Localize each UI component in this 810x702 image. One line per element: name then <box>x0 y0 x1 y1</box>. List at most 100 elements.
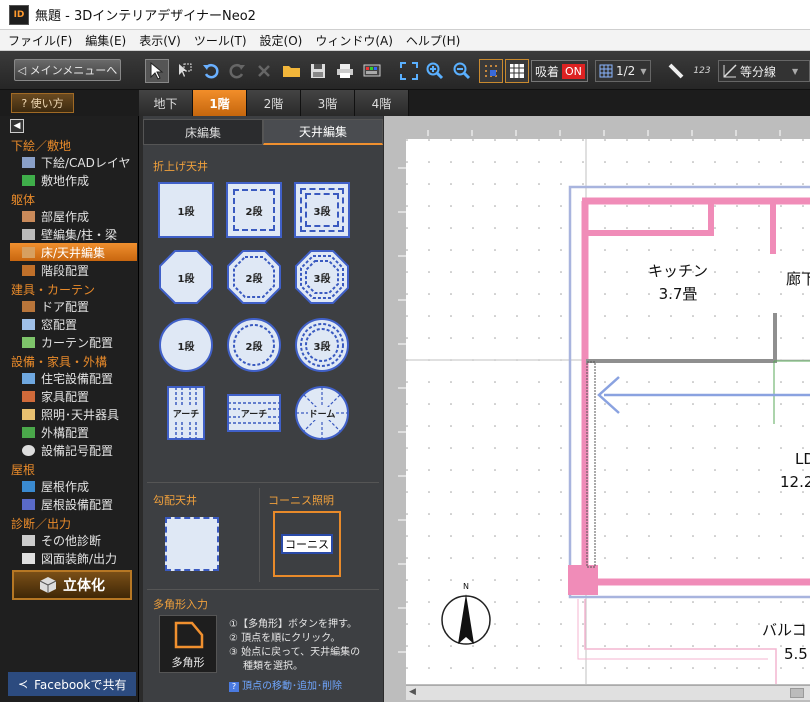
sidebar-item-other-diagnosis[interactable]: その他診断 <box>10 531 137 549</box>
polygon-input-label: 多角形入力 <box>153 598 208 611</box>
tile-slope-ceiling[interactable] <box>165 517 219 571</box>
floor-tab-basement[interactable]: 地下 <box>139 90 193 116</box>
tab-ceiling-edit[interactable]: 天井編集 <box>263 119 383 145</box>
guide-line-select[interactable]: 等分線 ▼ <box>718 60 810 82</box>
tile-octagon-1[interactable]: 1段 <box>158 249 214 305</box>
roof-icon <box>22 480 35 492</box>
app-icon: ID <box>9 4 29 25</box>
sidebar-item-furniture[interactable]: 家具配置 <box>10 387 137 405</box>
scroll-left-icon[interactable]: ◀ <box>409 687 416 697</box>
sidebar-item-window[interactable]: 窓配置 <box>10 315 137 333</box>
print-icon[interactable] <box>333 59 357 83</box>
collapse-sidebar-icon[interactable]: ◀ <box>10 119 24 133</box>
category-fittings: 建具・カーテン <box>11 283 96 297</box>
title-bar: ID 無題 - 3Dインテリアデザイナー​Neo2 <box>0 0 810 30</box>
sidebar-item-stairs[interactable]: 階段配置 <box>10 261 137 279</box>
tile-square-3[interactable]: 3段 <box>294 182 350 238</box>
sidebar-item-exterior[interactable]: 外構配置 <box>10 423 137 441</box>
sidebar-item-label: 設備記号配置 <box>41 443 114 458</box>
diagnosis-icon <box>22 534 35 546</box>
chevron-down-icon: ▼ <box>640 66 647 76</box>
grid-display-icon[interactable] <box>505 59 529 83</box>
vertex-edit-help-link[interactable]: ? 頂点の移動･追加･削除 <box>229 677 342 692</box>
sidebar-item-door[interactable]: ドア配置 <box>10 297 137 315</box>
window-title: 無題 - 3Dインテリアデザイナー​Neo2 <box>35 9 256 24</box>
floor-tab-4f[interactable]: 4階 <box>355 90 409 116</box>
stairs-icon <box>22 264 35 276</box>
zoom-out-icon[interactable] <box>450 59 474 83</box>
sidebar-item-underlay[interactable]: 下絵/CADレイヤ <box>10 153 137 171</box>
sidebar-item-label: 住宅設備配置 <box>41 371 114 386</box>
tab-floor-edit[interactable]: 床編集 <box>143 119 263 145</box>
sidebar-item-lighting[interactable]: 照明･天井器具 <box>10 405 137 423</box>
snap-toggle[interactable]: 吸着 ON <box>531 60 588 82</box>
tile-circle-1[interactable]: 1段 <box>158 317 214 373</box>
tile-square-2[interactable]: 2段 <box>226 182 282 238</box>
tile-circle-3[interactable]: 3段 <box>294 317 350 373</box>
sidebar-item-equipment-symbol[interactable]: 設備記号配置 <box>10 441 137 459</box>
tile-circle-2[interactable]: 2段 <box>226 317 282 373</box>
sidebar-item-label: 部屋作成 <box>41 209 90 224</box>
sidebar-item-roof-create[interactable]: 屋根作成 <box>10 477 137 495</box>
sidebar-item-room[interactable]: 部屋作成 <box>10 207 137 225</box>
facebook-share-button[interactable]: ≺ Facebookで共有 <box>8 672 136 696</box>
menu-settings[interactable]: 設定(O) <box>260 32 303 49</box>
furniture-icon <box>22 390 35 402</box>
open-folder-icon[interactable] <box>280 59 304 83</box>
sidebar-item-label: カーテン配置 <box>41 335 114 350</box>
floor-plan[interactable]: キッチン 3.7畳 廊下 LD 12.2 バルコ 5.5 N <box>406 139 810 684</box>
numbering-icon[interactable]: 123 <box>690 59 714 83</box>
menu-help[interactable]: ヘルプ(H) <box>406 32 460 49</box>
sidebar-item-site[interactable]: 敷地作成 <box>10 171 137 189</box>
tile-octagon-2[interactable]: 2段 <box>226 249 282 305</box>
window-icon <box>22 318 35 330</box>
sidebar-item-label: 図面装飾/出力 <box>41 551 118 566</box>
sidebar-item-curtain[interactable]: カーテン配置 <box>10 333 137 351</box>
floor-tab-2f[interactable]: 2階 <box>247 90 301 116</box>
tile-arch-vertical[interactable]: アーチ <box>158 385 214 441</box>
tile-arch-horizontal[interactable]: アーチ <box>226 385 282 441</box>
floor-tab-1f[interactable]: 1階 <box>193 90 247 116</box>
zoom-in-icon[interactable] <box>423 59 447 83</box>
tile-dome[interactable]: ドーム <box>294 385 350 441</box>
sidebar-item-drawing-output[interactable]: 図面装飾/出力 <box>10 549 137 567</box>
measure-ruler-icon[interactable] <box>664 59 688 83</box>
ceiling-edit-panel: 床編集 天井編集 折上げ天井 1段 2段 3段 1段 2段 3段 1段 2段 3… <box>143 116 383 702</box>
floor-tab-3f[interactable]: 3階 <box>301 90 355 116</box>
sidebar-item-floor-ceiling[interactable]: 床/天井編集 <box>10 243 137 261</box>
sidebar-item-wall[interactable]: 壁編集/柱・梁 <box>10 225 137 243</box>
menu-file[interactable]: ファイル(F) <box>8 32 72 49</box>
save-icon[interactable] <box>306 59 330 83</box>
door-icon <box>22 300 35 312</box>
tile-cornice[interactable]: コーニス <box>273 511 341 577</box>
menu-view[interactable]: 表示(V) <box>139 32 181 49</box>
grid-snap-icon[interactable] <box>479 59 503 83</box>
delete-icon[interactable] <box>252 59 276 83</box>
menu-bar: ファイル(F) 編集(E) 表示(V) ツール(T) 設定(O) ウィンドウ(A… <box>0 30 810 51</box>
housing-equipment-icon <box>22 372 35 384</box>
grid-size-select[interactable]: 1/2 ▼ <box>595 60 651 82</box>
menu-window[interactable]: ウィンドウ(A) <box>315 32 393 49</box>
sidebar-item-roof-equipment[interactable]: 屋根設備配置 <box>10 495 137 513</box>
select-arrow-icon[interactable] <box>145 59 169 83</box>
instruction-step-3: ③ 始点に戻って、天井編集の <box>229 647 361 658</box>
multi-select-icon[interactable] <box>172 59 196 83</box>
sidebar-item-housing-equipment[interactable]: 住宅設備配置 <box>10 369 137 387</box>
scroll-thumb[interactable] <box>790 688 804 698</box>
sidebar-item-label: 床/天井編集 <box>41 245 106 260</box>
polygon-input-button[interactable]: 多角形 <box>159 615 217 673</box>
tile-square-1[interactable]: 1段 <box>158 182 214 238</box>
menu-tools[interactable]: ツール(T) <box>194 32 247 49</box>
sidebar-item-label: 照明･天井器具 <box>41 407 120 422</box>
fit-screen-icon[interactable] <box>397 59 421 83</box>
display-settings-icon[interactable] <box>360 59 384 83</box>
redo-icon[interactable] <box>225 59 249 83</box>
horizontal-scrollbar[interactable]: ◀ <box>406 685 810 700</box>
help-button[interactable]: ? 使い方 <box>11 93 74 113</box>
main-menu-button[interactable]: ◁ メインメニューへ <box>14 59 121 81</box>
render-3d-button[interactable]: 立体化 <box>12 570 132 600</box>
tile-octagon-3[interactable]: 3段 <box>294 249 350 305</box>
menu-edit[interactable]: 編集(E) <box>85 32 126 49</box>
undo-icon[interactable] <box>199 59 223 83</box>
snap-label: 吸着 <box>535 64 560 79</box>
